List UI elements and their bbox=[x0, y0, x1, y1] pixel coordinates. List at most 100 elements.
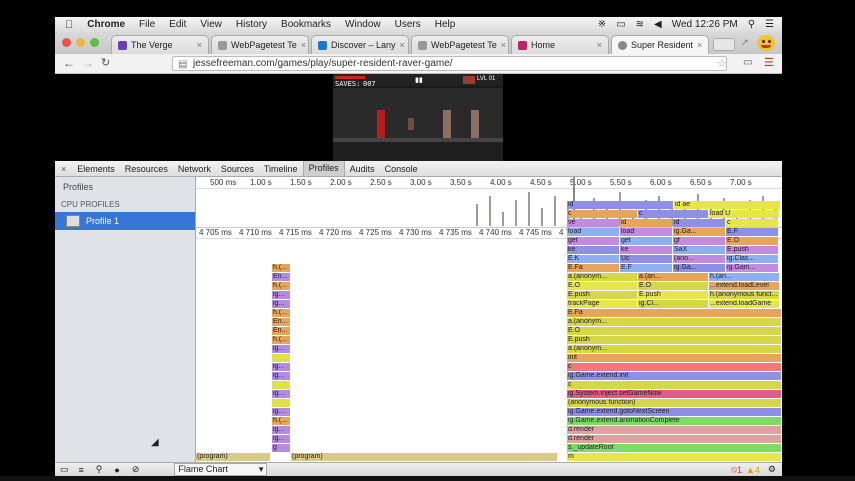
menu-file[interactable]: File bbox=[139, 19, 155, 30]
flame-chart-area[interactable]: 500 ms 1.00 s 1.50 s 2.00 s 2.50 s 3.00 s 3.50… bbox=[196, 177, 782, 462]
window-zoom-icon[interactable] bbox=[90, 38, 99, 47]
flame-block[interactable]: ig... bbox=[272, 363, 290, 371]
tab-close-icon[interactable]: × bbox=[497, 40, 506, 50]
flame-block[interactable]: id bbox=[567, 201, 673, 209]
flame-block[interactable]: ig... bbox=[272, 372, 290, 380]
flame-block[interactable]: gf bbox=[673, 237, 725, 245]
flame-block[interactable]: E.Fa bbox=[567, 309, 781, 317]
flame-block[interactable]: E.O bbox=[567, 282, 637, 290]
devtools-close-icon[interactable]: × bbox=[55, 164, 72, 174]
game-pause-icon[interactable]: ▮▮ bbox=[415, 76, 423, 84]
flame-block[interactable]: a.(anonym... bbox=[567, 345, 781, 353]
flame-block[interactable]: (anonymous function) bbox=[567, 399, 781, 407]
forward-arrow-icon[interactable]: → bbox=[82, 56, 94, 70]
flame-block[interactable]: E.O bbox=[567, 327, 781, 335]
flame-block[interactable]: En... bbox=[272, 273, 290, 281]
flame-block[interactable]: (ano... bbox=[673, 255, 725, 263]
flame-block[interactable]: ig.Game.extend.init bbox=[567, 372, 781, 380]
flame-block[interactable]: c bbox=[567, 381, 781, 389]
flame-block[interactable]: ve bbox=[567, 219, 619, 227]
flame-block[interactable]: get bbox=[567, 237, 619, 245]
game-canvas[interactable]: SAVES: 007 ▮▮ LVL 01 bbox=[333, 74, 503, 161]
tab-elements[interactable]: Elements bbox=[72, 164, 120, 174]
battery-icon[interactable]: ▭ bbox=[616, 19, 625, 30]
spotlight-search-icon[interactable]: ⚲ bbox=[748, 19, 755, 30]
browser-tab[interactable]: Home × bbox=[511, 35, 609, 54]
flame-block[interactable]: ig... bbox=[272, 435, 290, 443]
clear-icon[interactable]: ⊘ bbox=[132, 464, 140, 475]
flame-block[interactable]: c bbox=[567, 363, 781, 371]
flame-block[interactable]: id bbox=[620, 219, 672, 227]
bookmark-star-icon[interactable]: ☆ bbox=[717, 57, 727, 70]
flame-block[interactable]: a.(an... bbox=[638, 273, 708, 281]
menu-bookmarks[interactable]: Bookmarks bbox=[281, 19, 331, 30]
flame-block[interactable]: ig.Game.extend.gotoNextScreen bbox=[567, 408, 781, 416]
flame-block[interactable]: (program) bbox=[196, 453, 270, 461]
menu-view[interactable]: View bbox=[200, 19, 222, 30]
flame-block[interactable]: En... bbox=[272, 318, 290, 326]
flame-block[interactable]: E.push bbox=[567, 336, 781, 344]
flame-block[interactable]: m bbox=[567, 453, 781, 461]
flame-block[interactable]: id bbox=[673, 219, 725, 227]
flame-block[interactable]: trackPage bbox=[567, 300, 637, 308]
menu-users[interactable]: Users bbox=[395, 19, 421, 30]
browser-tab[interactable]: WebPagetest Te × bbox=[211, 35, 309, 54]
record-icon[interactable]: ● bbox=[114, 465, 119, 475]
flame-block[interactable]: ...extend.loadGame bbox=[709, 300, 779, 308]
tab-sources[interactable]: Sources bbox=[216, 164, 259, 174]
flame-block[interactable]: ig.Ga... bbox=[673, 228, 725, 236]
flame-block[interactable]: c bbox=[638, 210, 708, 218]
flame-block[interactable]: init bbox=[567, 354, 781, 362]
flame-block[interactable]: get bbox=[620, 237, 672, 245]
flame-block[interactable]: d.render bbox=[567, 435, 781, 443]
flame-block[interactable]: ig... bbox=[272, 291, 290, 299]
tab-profiles[interactable]: Profiles bbox=[302, 161, 345, 176]
flame-block[interactable]: ig... bbox=[272, 408, 290, 416]
menu-help[interactable]: Help bbox=[435, 19, 456, 30]
browser-tab[interactable]: WebPagetest Te × bbox=[411, 35, 509, 54]
tab-timeline[interactable]: Timeline bbox=[259, 164, 303, 174]
browser-tab-active[interactable]: Super Resident × bbox=[611, 35, 709, 54]
tab-close-icon[interactable]: × bbox=[693, 40, 702, 50]
search-icon[interactable]: ⚲ bbox=[96, 464, 103, 475]
flame-block[interactable]: ig... bbox=[272, 345, 290, 353]
flame-block[interactable]: ...extend.loadLevel bbox=[709, 282, 779, 290]
flame-block[interactable]: load U bbox=[709, 210, 779, 218]
flame-block[interactable]: SaX bbox=[673, 246, 725, 254]
flame-block[interactable]: id ae bbox=[674, 201, 780, 209]
wifi-icon[interactable]: ≋ bbox=[636, 19, 644, 30]
settings-gear-icon[interactable]: ⚙ bbox=[768, 464, 776, 475]
flame-block[interactable]: ig... bbox=[272, 300, 290, 308]
flame-block[interactable]: En... bbox=[272, 327, 290, 335]
flame-block[interactable]: load bbox=[567, 228, 619, 236]
tab-network[interactable]: Network bbox=[173, 164, 216, 174]
menubar-clock[interactable]: Wed 12:26 PM bbox=[672, 19, 738, 30]
flame-block[interactable]: a.(anonym... bbox=[567, 273, 637, 281]
flame-block[interactable]: h.(... bbox=[272, 417, 290, 425]
flame-block[interactable]: ke bbox=[620, 246, 672, 254]
flame-block[interactable]: E.F bbox=[726, 228, 778, 236]
flame-block[interactable]: c bbox=[726, 219, 778, 227]
menu-app-chrome[interactable]: Chrome bbox=[87, 19, 125, 30]
flame-block[interactable]: a.(anonym... bbox=[567, 318, 781, 326]
window-minimize-icon[interactable] bbox=[76, 38, 85, 47]
flame-block[interactable]: E.push bbox=[638, 291, 708, 299]
flame-block[interactable]: h.(... bbox=[272, 264, 290, 272]
flame-block[interactable]: s._updateRoot bbox=[567, 444, 781, 452]
flame-block[interactable]: h.(an... bbox=[709, 273, 779, 281]
flame-block[interactable] bbox=[272, 381, 290, 389]
flame-block[interactable]: ig.Gam... bbox=[726, 264, 778, 272]
flame-block[interactable] bbox=[272, 354, 290, 362]
flame-block[interactable]: c bbox=[567, 210, 637, 218]
flame-block[interactable]: E.O bbox=[638, 282, 708, 290]
menu-history[interactable]: History bbox=[236, 19, 267, 30]
view-mode-select[interactable]: Flame Chart ▾ bbox=[174, 463, 268, 476]
reload-icon[interactable]: ↻ bbox=[101, 56, 110, 69]
tab-console[interactable]: Console bbox=[380, 164, 423, 174]
tab-resources[interactable]: Resources bbox=[120, 164, 173, 174]
back-arrow-icon[interactable]: ← bbox=[63, 56, 75, 70]
flame-block[interactable]: E.F bbox=[620, 264, 672, 272]
flame-block[interactable]: ig.Cl... bbox=[638, 300, 708, 308]
flame-block[interactable]: load bbox=[620, 228, 672, 236]
flame-block[interactable]: E.K bbox=[567, 255, 619, 263]
